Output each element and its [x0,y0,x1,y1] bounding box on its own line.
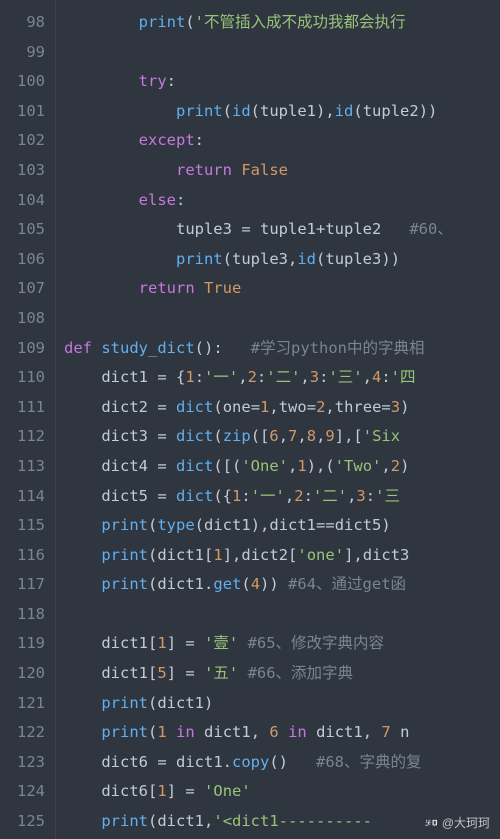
code-line: dict1 = {1:'一',2:'二',3:'三',4:'四 [64,363,500,393]
line-number: 101 [0,97,45,127]
code-line: tuple3 = tuple1+tuple2 #60、 [64,215,500,245]
line-number: 110 [0,363,45,393]
code-line: return False [64,156,500,186]
line-number: 114 [0,482,45,512]
code-line: dict1[1] = '壹' #65、修改字典内容 [64,629,500,659]
line-number: 115 [0,511,45,541]
line-number: 106 [0,245,45,275]
line-number: 112 [0,422,45,452]
line-number: 104 [0,186,45,216]
line-number: 118 [0,600,45,630]
code-line: return True [64,274,500,304]
line-number: 122 [0,718,45,748]
line-number: 109 [0,334,45,364]
code-line: def study_dict(): #学习python中的字典相 [64,334,500,364]
code-line: dict5 = dict({1:'一',2:'二',3:'三 [64,482,500,512]
code-line: print(dict1.get(4)) #64、通过get函 [64,570,500,600]
line-number: 111 [0,393,45,423]
line-number: 125 [0,807,45,837]
line-number: 100 [0,67,45,97]
line-number: 102 [0,126,45,156]
line-number: 124 [0,777,45,807]
line-number: 108 [0,304,45,334]
line-number: 113 [0,452,45,482]
line-number: 117 [0,570,45,600]
code-line: print(type(dict1),dict1==dict5) [64,511,500,541]
code-line: print(1 in dict1, 6 in dict1, 7 n [64,718,500,748]
line-number-gutter: 9899100101102103104105106107108109110111… [0,0,56,839]
code-line: dict2 = dict(one=1,two=2,three=3) [64,393,500,423]
code-line: print(dict1[1],dict2['one'],dict3 [64,541,500,571]
code-area: print('不管插入成不成功我都会执行 try: print(id(tuple… [56,0,500,839]
line-number: 120 [0,659,45,689]
code-line: dict6[1] = 'One' [64,777,500,807]
code-line: print(dict1) [64,689,500,719]
code-line: try: [64,67,500,97]
line-number: 121 [0,689,45,719]
code-line: dict4 = dict([('One',1),('Two',2) [64,452,500,482]
line-number: 116 [0,541,45,571]
code-line: dict6 = dict1.copy() #68、字典的复 [64,748,500,778]
code-line: print('不管插入成不成功我都会执行 [64,8,500,38]
code-line: except: [64,126,500,156]
code-line: print(tuple3,id(tuple3)) [64,245,500,275]
line-number: 98 [0,8,45,38]
code-line [64,38,500,68]
line-number: 105 [0,215,45,245]
code-editor: 9899100101102103104105106107108109110111… [0,0,500,839]
code-line [64,600,500,630]
code-line: print(dict1,'<dict1---------- [64,807,500,837]
line-number: 99 [0,38,45,68]
code-line: print(id(tuple1),id(tuple2)) [64,97,500,127]
code-line: dict3 = dict(zip([6,7,8,9],['Six [64,422,500,452]
code-line: dict1[5] = '五' #66、添加字典 [64,659,500,689]
line-number: 107 [0,274,45,304]
code-line: else: [64,186,500,216]
line-number: 123 [0,748,45,778]
line-number: 103 [0,156,45,186]
code-line [64,304,500,334]
line-number: 119 [0,629,45,659]
